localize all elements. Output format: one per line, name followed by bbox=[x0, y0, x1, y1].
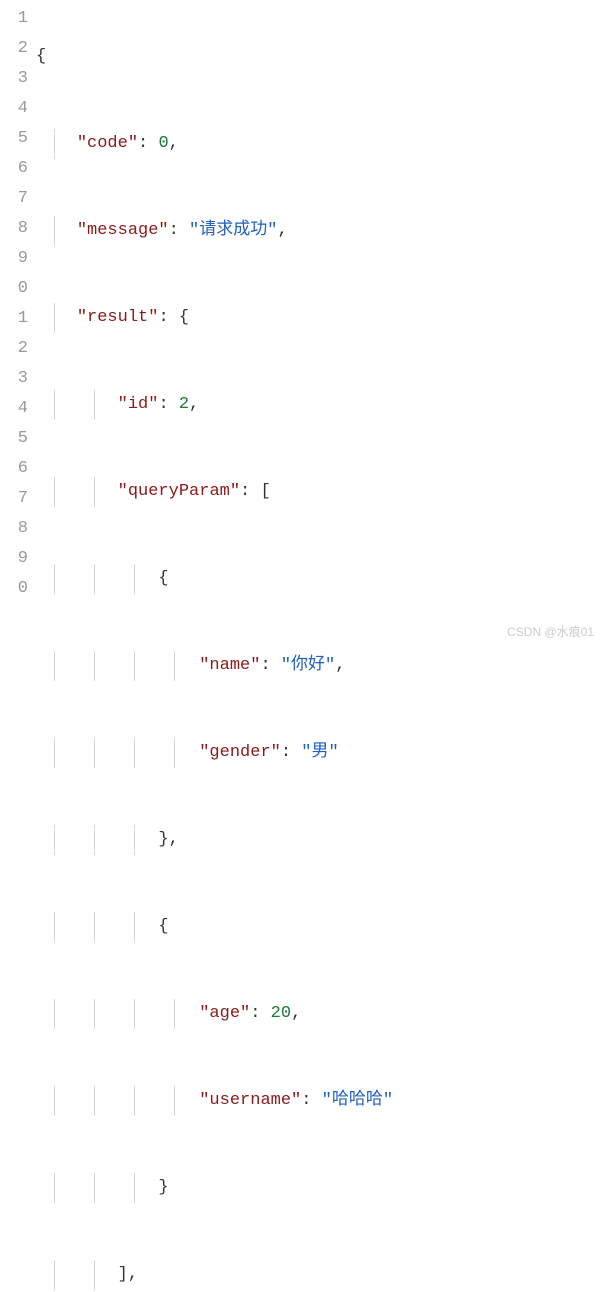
line-number: 0 bbox=[0, 274, 28, 304]
line-number: 3 bbox=[0, 64, 28, 94]
line-number: 4 bbox=[0, 94, 28, 124]
line-number: 0 bbox=[0, 574, 28, 604]
line-gutter: 1 2 3 4 5 6 7 8 9 0 1 2 3 4 5 6 7 8 9 0 bbox=[0, 4, 36, 1292]
line-number: 2 bbox=[0, 334, 28, 364]
line-number: 1 bbox=[0, 4, 28, 34]
code-line: "gender": "男" bbox=[36, 738, 604, 768]
line-number: 7 bbox=[0, 184, 28, 214]
code-editor: 1 2 3 4 5 6 7 8 9 0 1 2 3 4 5 6 7 8 9 0 … bbox=[0, 0, 604, 1292]
code-line: "message": "请求成功", bbox=[36, 216, 604, 246]
code-line: "age": 20, bbox=[36, 999, 604, 1029]
code-content[interactable]: { "code": 0, "message": "请求成功", "result"… bbox=[36, 4, 604, 1292]
line-number: 9 bbox=[0, 244, 28, 274]
line-number: 8 bbox=[0, 514, 28, 544]
line-number: 9 bbox=[0, 544, 28, 574]
line-number: 6 bbox=[0, 154, 28, 184]
line-number: 1 bbox=[0, 304, 28, 334]
line-number: 5 bbox=[0, 424, 28, 454]
code-line: "id": 2, bbox=[36, 390, 604, 420]
line-number: 6 bbox=[0, 454, 28, 484]
line-number: 7 bbox=[0, 484, 28, 514]
watermark: CSDN @水痕01 bbox=[507, 623, 594, 640]
code-line: { bbox=[36, 42, 604, 72]
code-line: "queryParam": [ bbox=[36, 477, 604, 507]
line-number: 4 bbox=[0, 394, 28, 424]
code-line: "code": 0, bbox=[36, 129, 604, 159]
code-line: ], bbox=[36, 1260, 604, 1290]
line-number: 2 bbox=[0, 34, 28, 64]
code-line: "result": { bbox=[36, 303, 604, 333]
code-line: }, bbox=[36, 825, 604, 855]
code-line: { bbox=[36, 912, 604, 942]
line-number: 8 bbox=[0, 214, 28, 244]
line-number: 3 bbox=[0, 364, 28, 394]
line-number: 5 bbox=[0, 124, 28, 154]
code-line: "name": "你好", bbox=[36, 651, 604, 681]
code-line: { bbox=[36, 564, 604, 594]
code-line: } bbox=[36, 1173, 604, 1203]
code-line: "username": "哈哈哈" bbox=[36, 1086, 604, 1116]
